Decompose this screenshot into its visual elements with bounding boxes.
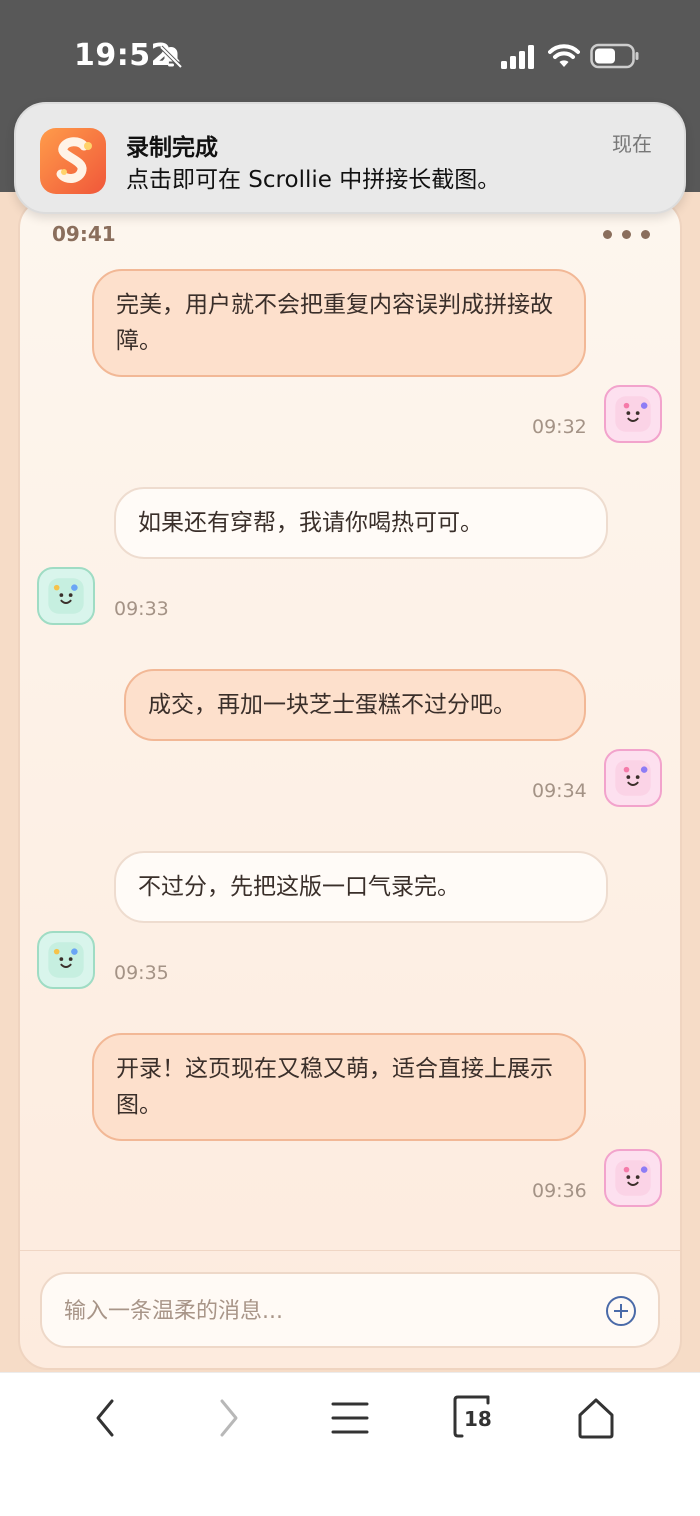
message-input[interactable] xyxy=(62,1274,606,1348)
message-timestamp: 09:35 xyxy=(114,962,169,984)
tab-count: 18 xyxy=(464,1407,492,1431)
notification-title: 录制完成 xyxy=(126,135,218,161)
tabs-button[interactable]: 18 xyxy=(446,1393,506,1443)
user-avatar[interactable] xyxy=(604,1149,662,1207)
message-bubble-outgoing[interactable]: 开录！这页现在又稳又萌，适合直接上展示图。 xyxy=(92,1033,586,1141)
message-text: 成交，再加一块芝士蛋糕不过分吧。 xyxy=(148,692,516,718)
home-button[interactable] xyxy=(566,1393,626,1443)
chat-header-time: 09:41 xyxy=(52,222,116,246)
app-icon xyxy=(40,128,106,194)
notification-body: 点击即可在 Scrollie 中拼接长截图。 xyxy=(126,167,501,193)
message-text: 如果还有穿帮，我请你喝热可可。 xyxy=(138,510,483,536)
add-circle-icon[interactable] xyxy=(604,1294,638,1328)
message-bubble-incoming[interactable]: 如果还有穿帮，我请你喝热可可。 xyxy=(114,487,608,559)
notification-time: 现在 xyxy=(612,132,652,156)
user-avatar[interactable] xyxy=(604,749,662,807)
message-bubble-outgoing[interactable]: 成交，再加一块芝士蛋糕不过分吧。 xyxy=(124,669,586,741)
bell-slash-icon xyxy=(158,44,184,70)
message-timestamp: 09:34 xyxy=(532,780,587,802)
forward-button[interactable] xyxy=(198,1393,258,1443)
message-timestamp: 09:32 xyxy=(532,416,587,438)
message-timestamp: 09:36 xyxy=(532,1180,587,1202)
more-icon[interactable] xyxy=(603,230,650,239)
menu-button[interactable] xyxy=(320,1393,380,1443)
message-bubble-outgoing[interactable]: 完美，用户就不会把重复内容误判成拼接故障。 xyxy=(92,269,586,377)
battery-icon xyxy=(590,43,640,69)
smile-avatar-icon xyxy=(615,396,651,432)
back-icon xyxy=(96,1399,114,1437)
smile-avatar-icon xyxy=(615,1160,651,1196)
signal-icon xyxy=(500,44,538,70)
home-icon xyxy=(578,1398,614,1439)
browser-toolbar: 18 xyxy=(0,1372,700,1516)
message-timestamp: 09:33 xyxy=(114,598,169,620)
message-text: 不过分，先把这版一口气录完。 xyxy=(138,874,460,900)
smile-avatar-icon xyxy=(48,942,84,978)
notification-banner[interactable]: 录制完成 点击即可在 Scrollie 中拼接长截图。 现在 xyxy=(14,102,686,214)
contact-avatar[interactable] xyxy=(37,931,95,989)
message-text: 完美，用户就不会把重复内容误判成拼接故障。 xyxy=(116,292,553,354)
composer-divider xyxy=(20,1250,680,1251)
back-button[interactable] xyxy=(76,1393,136,1443)
forward-icon xyxy=(220,1399,238,1437)
smile-avatar-icon xyxy=(615,760,651,796)
message-bubble-incoming[interactable]: 不过分，先把这版一口气录完。 xyxy=(114,851,608,923)
message-text: 开录！这页现在又稳又萌，适合直接上展示图。 xyxy=(116,1056,553,1118)
contact-avatar[interactable] xyxy=(37,567,95,625)
message-composer xyxy=(40,1272,660,1348)
user-avatar[interactable] xyxy=(604,385,662,443)
smile-avatar-icon xyxy=(48,578,84,614)
menu-icon xyxy=(331,1402,369,1434)
wifi-icon xyxy=(548,42,580,70)
